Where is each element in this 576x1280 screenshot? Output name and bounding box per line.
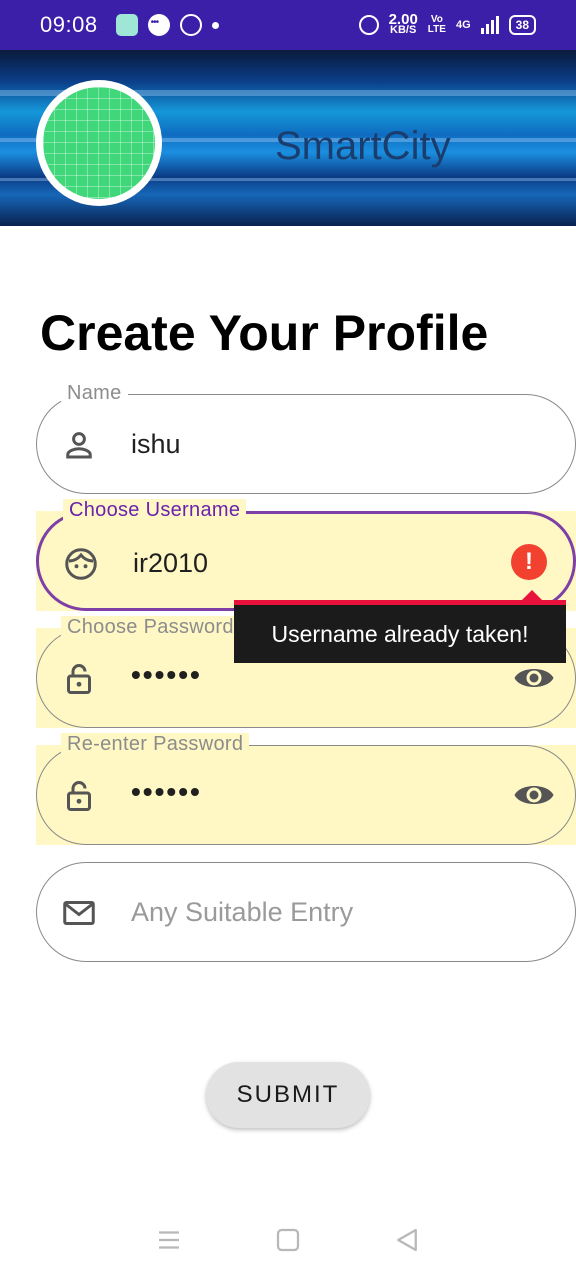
person-icon bbox=[66, 432, 92, 459]
chat-bubble-icon bbox=[147, 14, 170, 36]
whatsapp-icon bbox=[179, 14, 202, 36]
app-logo bbox=[36, 80, 162, 206]
email-input[interactable]: Any Suitable Entry bbox=[131, 897, 353, 928]
name-label: Name bbox=[61, 382, 128, 405]
username-field[interactable]: Choose Username ir2010 ! bbox=[36, 499, 576, 611]
submit-button[interactable]: SUBMIT bbox=[206, 1062, 370, 1128]
tooltip-arrow bbox=[522, 590, 542, 600]
header-banner: SmartCity bbox=[0, 50, 576, 226]
network-speed-unit: KB/S bbox=[390, 24, 417, 36]
error-tooltip: Username already taken! bbox=[234, 600, 566, 663]
notification-icons bbox=[115, 14, 219, 36]
system-status: 2.00 KB/S Vo LTE 4G 38 bbox=[358, 12, 536, 36]
email-field[interactable]: Any Suitable Entry bbox=[36, 862, 576, 962]
status-time: 09:08 bbox=[40, 12, 98, 37]
reenter-password-field-container: Re-enter Password •••••• bbox=[36, 733, 576, 845]
reenter-password-input[interactable]: •••••• bbox=[131, 776, 202, 808]
name-input[interactable]: ishu bbox=[131, 429, 181, 460]
page-title: Create Your Profile bbox=[40, 305, 489, 361]
error-icon[interactable]: ! bbox=[511, 544, 547, 580]
lock-icon bbox=[67, 781, 91, 811]
volte-bottom: LTE bbox=[427, 24, 446, 35]
network-speed: 2.00 KB/S bbox=[389, 12, 418, 36]
reenter-password-field[interactable]: Re-enter Password •••••• bbox=[36, 733, 576, 845]
eye-icon[interactable] bbox=[513, 780, 555, 810]
username-field-container: Choose Username ir2010 ! bbox=[36, 499, 576, 611]
username-input[interactable]: ir2010 bbox=[133, 548, 208, 579]
battery-icon: 38 bbox=[508, 15, 536, 35]
eye-icon[interactable] bbox=[513, 663, 555, 693]
password-label: Choose Password bbox=[61, 616, 240, 639]
menu-icon[interactable] bbox=[154, 1225, 184, 1255]
face-icon bbox=[65, 548, 97, 580]
lock-icon bbox=[67, 664, 91, 694]
system-nav-bar bbox=[0, 1200, 576, 1280]
password-input[interactable]: •••••• bbox=[131, 659, 202, 691]
username-label: Choose Username bbox=[63, 499, 247, 522]
mail-icon bbox=[63, 901, 95, 925]
name-field-container: Name ishu bbox=[36, 382, 576, 494]
status-bar: 09:08 2.00 KB/S Vo LTE 4G 38 bbox=[0, 0, 576, 50]
logo-grid-icon bbox=[43, 87, 155, 199]
alarm-icon bbox=[358, 15, 379, 35]
name-field[interactable]: Name ishu bbox=[36, 382, 576, 494]
signal-strength-icon bbox=[480, 16, 499, 34]
more-notifications-dot-icon bbox=[211, 21, 219, 29]
email-field-container: Any Suitable Entry bbox=[36, 862, 576, 962]
volte-indicator: Vo LTE bbox=[428, 15, 446, 35]
reenter-password-label: Re-enter Password bbox=[61, 733, 250, 756]
home-square-icon[interactable] bbox=[273, 1225, 303, 1255]
app-title: SmartCity bbox=[275, 124, 451, 168]
back-triangle-icon[interactable] bbox=[392, 1225, 422, 1255]
network-type: 4G bbox=[455, 19, 471, 31]
app-notification-icon bbox=[115, 14, 138, 36]
